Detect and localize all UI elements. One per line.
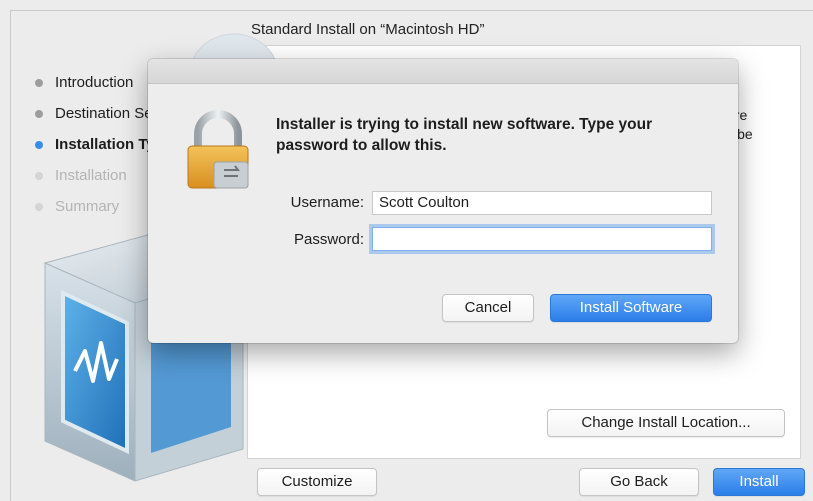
step-dot [35, 110, 43, 118]
change-install-location-button[interactable]: Change Install Location... [547, 409, 785, 437]
username-field[interactable] [372, 191, 712, 215]
step-dot [35, 141, 43, 149]
lock-icon [187, 110, 249, 189]
go-back-button[interactable]: Go Back [579, 468, 699, 496]
install-title: Standard Install on “Macintosh HD” [251, 21, 485, 38]
step-label: Introduction [55, 74, 134, 91]
dialog-titlebar [148, 59, 738, 84]
username-label: Username: [290, 194, 364, 211]
step-label: Summary [55, 198, 120, 215]
password-field[interactable] [372, 227, 712, 251]
customize-button[interactable]: Customize [257, 468, 377, 496]
install-button[interactable]: Install [713, 468, 805, 496]
password-label: Password: [293, 231, 364, 248]
step-dot [35, 203, 43, 211]
step-dot [35, 172, 43, 180]
step-dot [35, 79, 43, 87]
auth-dialog: Installer is trying to install new softw… [148, 59, 738, 343]
dialog-message: Installer is trying to install new softw… [276, 116, 653, 154]
install-software-button[interactable]: Install Software [550, 294, 712, 322]
cancel-button[interactable]: Cancel [442, 294, 534, 322]
step-label: Installation [55, 167, 127, 184]
